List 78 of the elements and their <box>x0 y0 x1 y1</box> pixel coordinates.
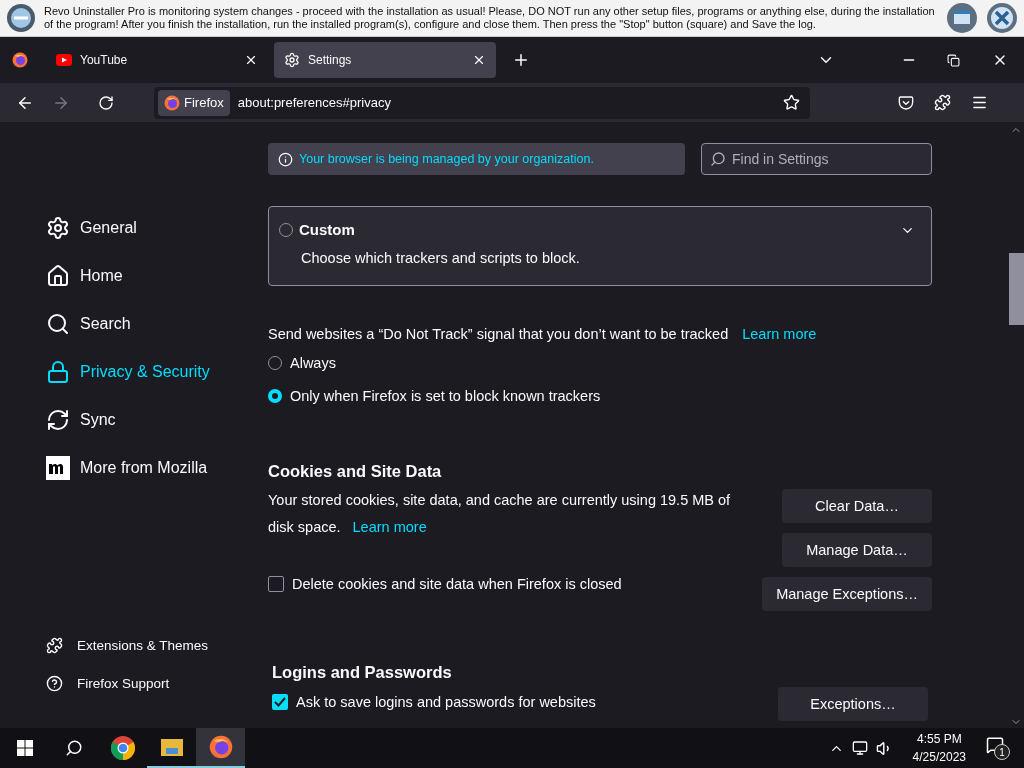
section-heading: Cookies and Site Data <box>268 462 443 481</box>
section-heading: Logins and Passwords <box>272 663 453 682</box>
mozilla-logo-icon <box>46 456 70 480</box>
settings-button[interactable]: Manage Exceptions… <box>762 577 932 611</box>
help-icon <box>46 674 63 692</box>
notification-count: 1 <box>994 744 1010 760</box>
custom-option-card[interactable]: Custom Choose which trackers and scripts to block. <box>268 206 932 286</box>
browser-tab[interactable]: YouTube <box>46 42 268 78</box>
clock[interactable]: 4:55 PM 4/25/2023 <box>912 730 966 766</box>
info-icon <box>278 151 293 167</box>
sidebar-link[interactable]: Extensions & Themes <box>46 626 268 664</box>
lock-icon <box>46 360 70 384</box>
star-icon[interactable] <box>783 94 800 111</box>
menu-icon[interactable] <box>971 94 988 111</box>
tab-title: YouTube <box>80 53 129 67</box>
pocket-icon[interactable] <box>898 94 914 111</box>
firefox-logo-icon <box>12 52 28 68</box>
new-tab-icon[interactable] <box>512 51 530 69</box>
radio-label: Always <box>290 355 336 371</box>
sidebar-item[interactable]: General <box>46 204 268 252</box>
restore-icon[interactable] <box>947 53 960 67</box>
search-icon <box>64 739 83 757</box>
search-icon <box>46 312 70 336</box>
scroll-thumb[interactable] <box>1009 253 1024 325</box>
search-field[interactable]: Find in Settings <box>701 143 932 175</box>
network-icon[interactable] <box>851 740 868 756</box>
settings-button[interactable]: Clear Data… <box>782 489 932 523</box>
checkbox-label: Delete cookies and site data when Firefox is closed <box>292 576 622 592</box>
address-bar[interactable]: Firefox about:preferences#privacy <box>154 86 810 119</box>
notification-message: Revo Uninstaller Pro is monitoring system changes - proceed with the installation as usual! Please, DO NOT run any other setup files, programs or anything else, during the installation of the program! After you finish the installation, run the installed program(s), configure and close them. Then press the "Stop" button (square) and Save the log. <box>44 5 936 31</box>
firefox-logo-icon <box>164 94 180 111</box>
browser-tab[interactable]: Settings <box>274 42 496 78</box>
option-description: Choose which trackers and scripts to block. <box>301 250 581 266</box>
checkbox[interactable] <box>272 694 288 710</box>
checkbox[interactable] <box>268 576 284 592</box>
settings-button[interactable]: Exceptions… <box>778 687 928 721</box>
learn-more-link[interactable]: Learn more <box>352 519 427 535</box>
close-icon[interactable] <box>986 2 1018 34</box>
youtube-icon <box>56 54 72 66</box>
sync-icon <box>46 408 70 432</box>
settings-button[interactable]: Manage Data… <box>782 533 932 567</box>
sidebar-item[interactable]: More from Mozilla <box>46 444 268 492</box>
gear-icon <box>46 216 70 240</box>
learn-more-link[interactable]: Learn more <box>742 326 817 342</box>
url-text: about:preferences#privacy <box>237 95 392 110</box>
gear-icon <box>284 52 300 68</box>
puzzle-icon <box>46 636 63 654</box>
checkmark-icon <box>274 697 286 707</box>
window-icon[interactable] <box>946 2 978 34</box>
firefox-logo-icon <box>208 735 233 759</box>
windows-logo-icon <box>16 740 33 756</box>
radio-button[interactable] <box>268 389 282 403</box>
chrome-icon <box>110 736 135 760</box>
radio-label: Only when Firefox is set to block known trackers <box>290 388 601 404</box>
sidebar-item[interactable]: Home <box>46 252 268 300</box>
sidebar-item[interactable]: Privacy & Security <box>46 348 268 396</box>
reload-icon[interactable] <box>98 94 114 111</box>
extensions-icon[interactable] <box>934 94 951 111</box>
date-text: 4/25/2023 <box>912 749 966 766</box>
notice-text: Your browser is being managed by your organization. <box>299 152 594 166</box>
storage-description: Your stored cookies, site data, and cache are currently using 19.5 MB of disk space. Learn more <box>268 491 732 537</box>
folder-icon <box>160 738 183 756</box>
time-text: 4:55 PM <box>916 731 962 748</box>
sidebar-link[interactable]: Firefox Support <box>46 664 268 702</box>
close-icon[interactable] <box>244 53 258 67</box>
action-center-button[interactable]: 1 <box>986 736 1010 760</box>
home-icon <box>46 264 70 288</box>
option-title: Custom <box>299 221 355 238</box>
checkbox-label: Ask to save logins and passwords for websites <box>296 694 596 710</box>
setting-label: Send websites a “Do Not Track” signal that you don’t want to be tracked <box>268 326 729 342</box>
firefox-button[interactable] <box>196 728 245 768</box>
close-icon[interactable] <box>472 53 486 67</box>
sidebar-item[interactable]: Search <box>46 300 268 348</box>
tab-title: Settings <box>308 53 353 67</box>
sidebar-item[interactable]: Sync <box>46 396 268 444</box>
search-icon <box>710 151 726 167</box>
identity-button[interactable]: Firefox <box>158 89 230 116</box>
revo-logo-icon <box>6 3 36 33</box>
